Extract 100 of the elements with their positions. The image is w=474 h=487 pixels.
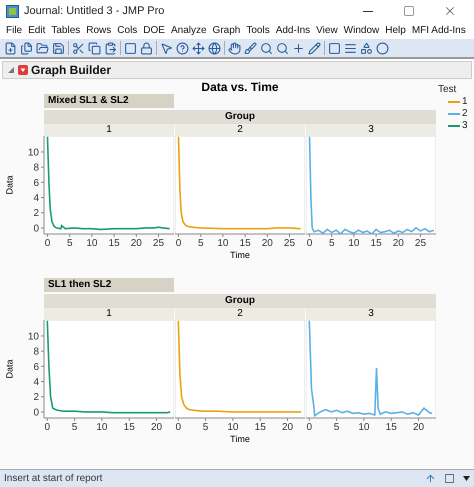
group-header: Group [44,110,436,124]
panel-label: 2 [175,308,305,320]
menu-item[interactable]: Window [340,25,382,36]
axis-tick-label: 15 [240,238,251,249]
menu-item[interactable]: Graph [210,25,244,36]
axis-tick-label: 20 [392,238,404,246]
menu-item[interactable]: Cols [114,25,140,36]
axis-tick-label: 5 [198,238,204,249]
menu-item[interactable]: Tables [48,25,84,36]
axis-tick-label: 25 [152,238,164,246]
axis-title: Time [230,250,250,260]
axis-tick-label: 10 [217,238,228,249]
move-icon[interactable] [192,42,205,54]
axis-tick-label: 6 [33,178,39,189]
axis-tick-label: 0 [44,422,50,430]
files-icon[interactable] [20,42,33,54]
save-icon[interactable] [52,42,65,54]
panel-label: 1 [44,124,174,136]
globe-icon[interactable] [208,42,221,54]
axis-tick-label: 2 [33,208,39,220]
axis-tick-label: 10 [86,238,98,246]
help-icon[interactable] [176,42,189,54]
axis-tick-label: 0 [176,238,182,249]
axis-tick-label: 5 [334,422,340,430]
panel-label: 2 [175,124,305,136]
axis-tick-label: 8 [33,346,39,358]
axis-tick-label: 2 [33,392,39,404]
axis-tick-label: 20 [412,422,424,430]
axis-tick-label: 15 [386,422,397,430]
maximize-icon [403,5,415,17]
group-header: Group [44,294,436,308]
axis-tick-label: 10 [96,422,108,430]
window-title: Journal: Untitled 3 - JMP Pro [24,5,166,17]
axis-tick-label: 8 [33,162,39,174]
axis-tick-label: 5 [66,238,73,246]
menu-item[interactable]: File [3,25,26,36]
axis-title: Data [4,176,14,194]
axis-tick-label: 4 [33,377,39,388]
axis-tick-label: 10 [28,147,39,158]
axis-tick-label: 15 [254,422,266,433]
up-arrow-icon[interactable] [425,473,436,484]
axis-tick-label: 10 [28,331,39,342]
menu-item[interactable]: Tools [243,25,273,36]
shapes-icon[interactable] [360,42,373,54]
new-file-icon[interactable] [4,42,17,54]
axis-tick-label: 0 [44,238,50,246]
menu-item[interactable]: Edit [25,25,48,36]
axis-tick-label: 10 [358,422,370,430]
axis-tick-label: 20 [130,238,142,246]
menu-item[interactable]: Help [382,25,409,36]
section-label: Mixed SL1 & SL2 [44,94,174,108]
legend-label: 1 [462,96,468,107]
pointer-icon[interactable] [160,42,173,54]
plus-icon[interactable] [292,42,305,54]
menu-item[interactable]: Add-Ins [272,25,314,36]
axis-tick-label: 20 [282,422,294,433]
axis-title: Time [230,434,250,444]
axis-tick-label: 0 [306,422,312,430]
report-title: Graph Builder [31,63,112,77]
menu-item[interactable]: View [313,25,341,36]
axis-tick-label: 0 [306,238,312,246]
ellipse-icon[interactable] [376,42,389,54]
panel-label: 3 [306,124,436,136]
folder-icon[interactable] [36,42,49,54]
copy-icon[interactable] [88,42,101,54]
dropdown-arrow-icon[interactable] [463,476,470,481]
chart-title: Data vs. Time [201,80,279,94]
cut-icon[interactable] [72,42,85,54]
menu-item[interactable]: DOE [140,25,168,36]
axis-tick-label: 6 [33,362,39,373]
menu-item[interactable]: MFI Add-Ins [408,25,469,36]
square-icon[interactable] [124,42,137,54]
dropdown-icon[interactable] [18,65,28,75]
axis-tick-label: 20 [262,238,273,249]
axis-tick-label: 5 [328,238,335,246]
axis-tick-label: 5 [202,422,208,433]
checkbox-icon[interactable] [444,473,455,484]
pencil-icon[interactable] [308,42,321,54]
axis-tick-label: 25 [414,238,426,246]
menu-item[interactable]: Analyze [168,25,210,36]
brush-icon[interactable] [244,42,257,54]
axis-tick-label: 0 [176,422,182,433]
hand-icon[interactable] [228,42,241,54]
search-icon[interactable] [260,42,273,54]
panel-label: 3 [306,308,436,320]
axis-tick-label: 5 [72,422,78,430]
search-icon[interactable] [276,42,289,54]
panel-label: 1 [44,308,174,320]
lock-icon[interactable] [140,42,153,54]
legend-label: 2 [462,108,468,119]
axis-tick-label: 0 [33,407,39,418]
legend-title: Test [438,84,458,95]
app-icon [6,4,19,18]
axis-tick-label: 20 [150,422,162,430]
paste-icon[interactable] [104,42,117,54]
lines-icon[interactable] [344,42,357,54]
disclosure-icon[interactable] [7,66,15,74]
menu-item[interactable]: Rows [83,25,114,36]
section-label: SL1 then SL2 [44,278,174,292]
axis-title: Data [4,360,14,378]
